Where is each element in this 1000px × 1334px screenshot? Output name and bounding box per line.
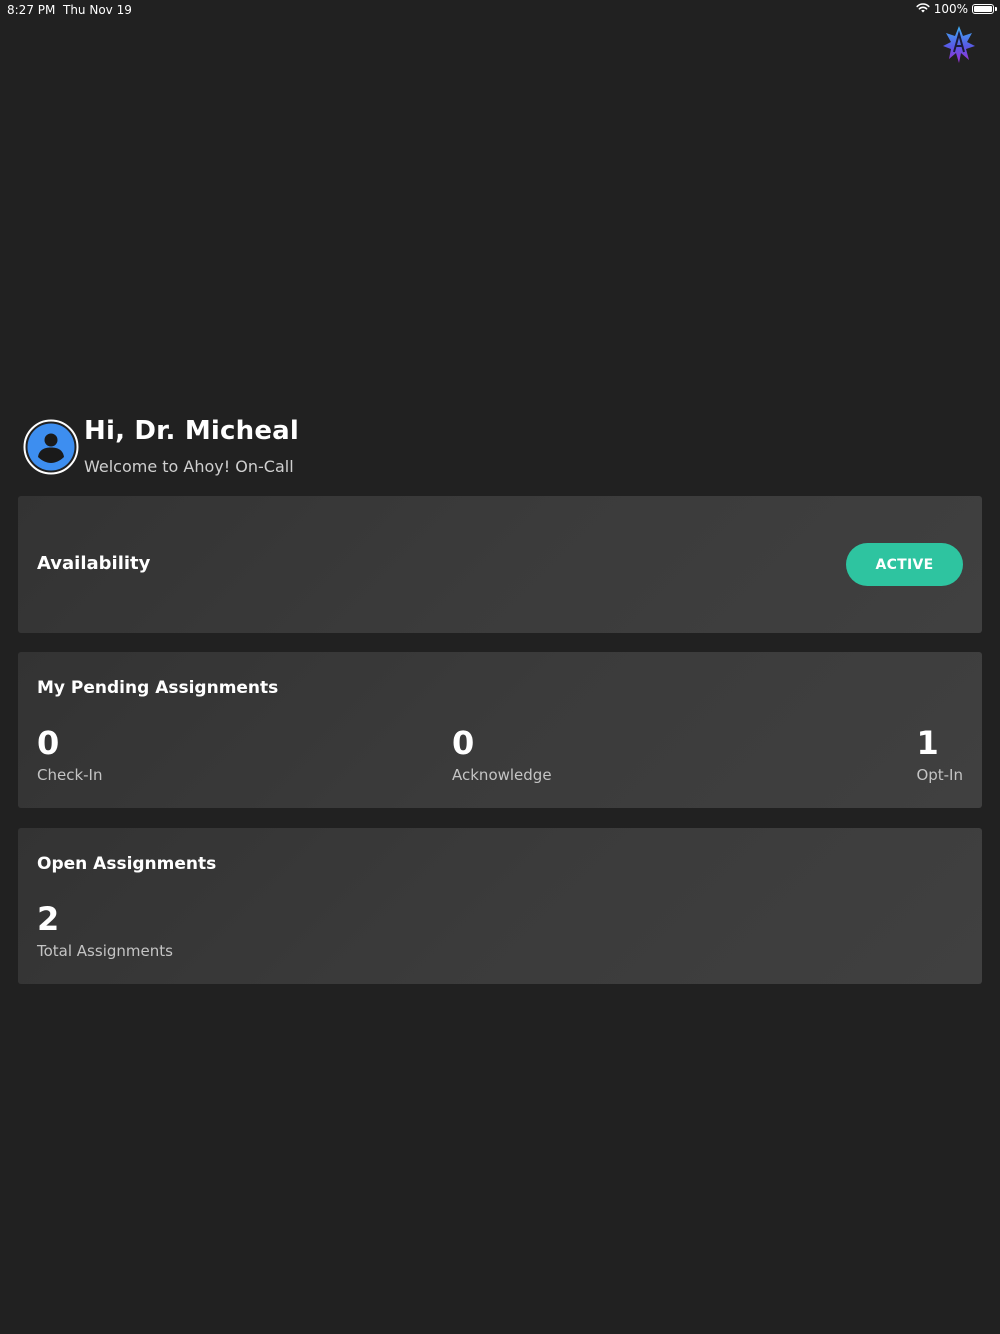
acknowledge-stat[interactable]: 0 Acknowledge <box>452 724 552 784</box>
status-date: Thu Nov 19 <box>63 3 132 17</box>
availability-status-button[interactable]: ACTIVE <box>846 543 963 586</box>
ahoy-logo-icon[interactable] <box>942 24 976 64</box>
optin-label: Opt-In <box>916 766 963 784</box>
acknowledge-label: Acknowledge <box>452 766 552 784</box>
battery-icon <box>972 4 997 14</box>
total-assignments-stat[interactable]: 2 Total Assignments <box>37 900 173 960</box>
checkin-count: 0 <box>37 724 60 762</box>
total-assignments-label: Total Assignments <box>37 942 173 960</box>
home-screen: 8:27 PM Thu Nov 19 100% Hi, Dr. Micheal … <box>0 0 1000 1334</box>
availability-label: Availability <box>37 553 151 574</box>
battery-percent: 100% <box>933 2 968 16</box>
availability-card: Availability ACTIVE <box>18 496 982 633</box>
status-time: 8:27 PM <box>7 3 56 17</box>
status-indicators: 100% <box>916 2 997 16</box>
user-avatar-icon[interactable] <box>23 419 79 475</box>
checkin-stat[interactable]: 0 Check-In <box>37 724 103 784</box>
open-assignments-title: Open Assignments <box>37 854 217 874</box>
optin-count: 1 <box>916 724 939 762</box>
greeting-subtitle: Welcome to Ahoy! On-Call <box>84 457 294 476</box>
pending-assignments-card[interactable]: My Pending Assignments 0 Check-In 0 Ackn… <box>18 652 982 808</box>
open-assignments-card[interactable]: Open Assignments 2 Total Assignments <box>18 828 982 984</box>
total-assignments-count: 2 <box>37 900 60 938</box>
acknowledge-count: 0 <box>452 724 475 762</box>
pending-assignments-title: My Pending Assignments <box>37 678 279 698</box>
optin-stat[interactable]: 1 Opt-In <box>916 724 963 784</box>
checkin-label: Check-In <box>37 766 103 784</box>
greeting-title: Hi, Dr. Micheal <box>84 416 300 446</box>
wifi-icon <box>916 2 930 16</box>
status-bar: 8:27 PM Thu Nov 19 100% <box>0 0 1000 20</box>
